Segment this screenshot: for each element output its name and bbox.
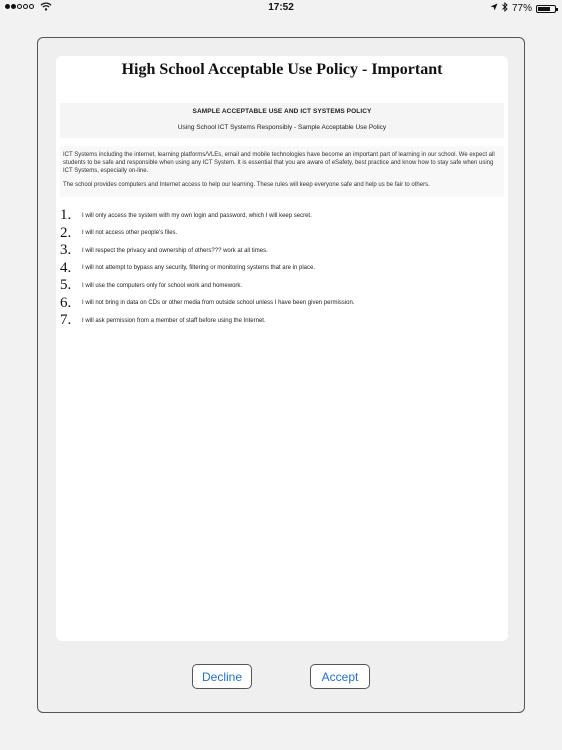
rule-number: 6.	[60, 294, 72, 311]
policy-heading: SAMPLE ACCEPTABLE USE AND ICT SYSTEMS PO…	[192, 108, 372, 115]
rule-number: 4.	[60, 259, 72, 276]
list-item: 3. I will respect the privacy and owners…	[60, 242, 508, 260]
status-bar: 17:52 77%	[0, 0, 562, 16]
rule-text: I will respect the privacy and ownership…	[82, 247, 268, 254]
rule-number: 5.	[60, 277, 72, 294]
rules-list: 1. I will only access the system with my…	[60, 207, 508, 330]
rule-number: 7.	[60, 312, 72, 329]
status-time: 17:52	[268, 2, 294, 13]
policy-dialog: High School Acceptable Use Policy - Impo…	[37, 37, 525, 713]
rule-text: I will not attempt to bypass any securit…	[82, 265, 315, 272]
rule-text: I will not bring in data on CDs or other…	[82, 300, 355, 307]
battery-percent: 77%	[511, 3, 532, 14]
list-item: 1. I will only access the system with my…	[60, 207, 508, 225]
list-item: 6. I will not bring in data on CDs or ot…	[60, 295, 508, 313]
rule-text: I will use the computers only for school…	[82, 282, 243, 289]
policy-subheading: Using School ICT Systems Responsibly - S…	[177, 124, 387, 131]
rule-number: 2.	[60, 224, 72, 241]
location-arrow-icon	[490, 3, 498, 14]
rule-text: I will only access the system with my ow…	[82, 212, 312, 219]
policy-header-block: SAMPLE ACCEPTABLE USE AND ICT SYSTEMS PO…	[60, 103, 504, 138]
intro-block: ICT Systems including the internet, lear…	[60, 146, 504, 197]
document-title: High School Acceptable Use Policy - Impo…	[121, 61, 443, 78]
policy-document[interactable]: High School Acceptable Use Policy - Impo…	[56, 56, 508, 641]
rule-text: I will not access other people's files.	[82, 230, 178, 237]
app-screen: 17:52 77% High School Acceptable Use Pol…	[0, 0, 562, 750]
rule-number: 1.	[60, 207, 72, 224]
list-item: 7. I will ask permission from a member o…	[60, 312, 508, 330]
list-item: 2. I will not access other people's file…	[60, 225, 508, 243]
accept-button[interactable]: Accept	[310, 664, 370, 689]
decline-button[interactable]: Decline	[192, 664, 252, 689]
bluetooth-icon	[502, 1, 508, 15]
list-item: 5. I will use the computers only for sch…	[60, 277, 508, 295]
intro-paragraph: The school provides computers and Intern…	[63, 182, 430, 188]
intro-paragraph: ICT Systems including the internet, lear…	[63, 152, 495, 174]
battery-icon	[536, 4, 558, 13]
list-item: 4. I will not attempt to bypass any secu…	[60, 260, 508, 278]
rule-text: I will ask permission from a member of s…	[82, 317, 266, 324]
rule-number: 3.	[60, 242, 72, 259]
